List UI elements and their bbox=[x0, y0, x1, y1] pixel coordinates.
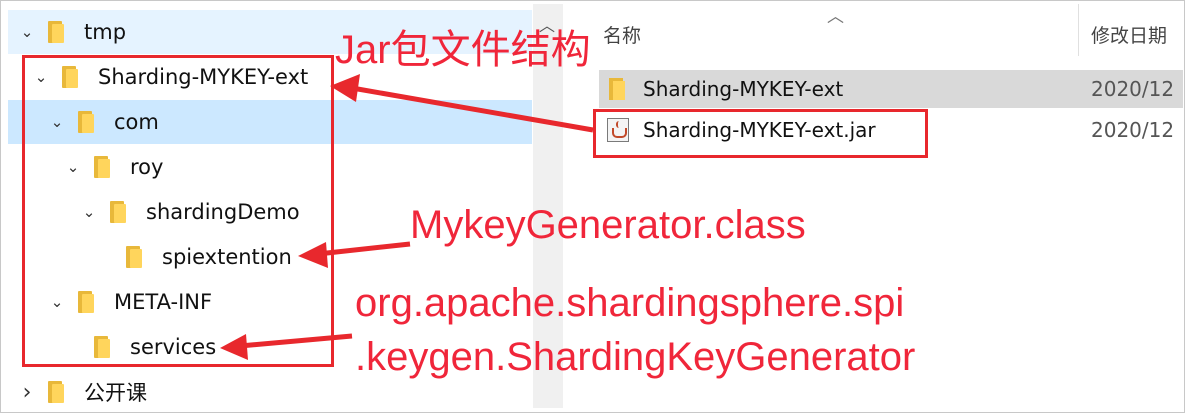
folder-icon bbox=[48, 381, 64, 403]
column-divider[interactable] bbox=[1078, 4, 1079, 56]
tree-highlight-box bbox=[22, 55, 334, 367]
tree-item-label: 公开课 bbox=[84, 381, 147, 405]
file-date: 2020/12 bbox=[1091, 118, 1175, 142]
annotation-jar-structure: Jar包文件结构 bbox=[335, 28, 591, 72]
sort-up-icon: ︿ bbox=[827, 7, 844, 27]
column-header-date[interactable]: 修改日期 bbox=[1091, 21, 1167, 48]
file-name: Sharding-MYKEY-ext bbox=[643, 77, 844, 101]
folder-icon bbox=[48, 21, 64, 43]
annotation-spi-line1: org.apache.shardingsphere.spi bbox=[355, 281, 905, 325]
folder-icon bbox=[609, 78, 629, 102]
jar-highlight-box bbox=[593, 109, 928, 158]
annotation-class-file: MykeyGenerator.class bbox=[410, 203, 806, 247]
list-header: ︿ 名称 修改日期 bbox=[565, 4, 1183, 56]
file-date: 2020/12 bbox=[1091, 77, 1175, 101]
tree-item-label: tmp bbox=[84, 20, 127, 44]
column-header-name[interactable]: 名称 bbox=[603, 21, 641, 48]
chevron-right-icon[interactable]: › bbox=[18, 370, 36, 414]
annotation-spi-line2: .keygen.ShardingKeyGenerator bbox=[355, 335, 916, 379]
file-row-folder[interactable]: Sharding-MYKEY-ext 2020/12 bbox=[599, 70, 1183, 108]
chevron-down-icon[interactable]: ⌄ bbox=[18, 10, 36, 54]
